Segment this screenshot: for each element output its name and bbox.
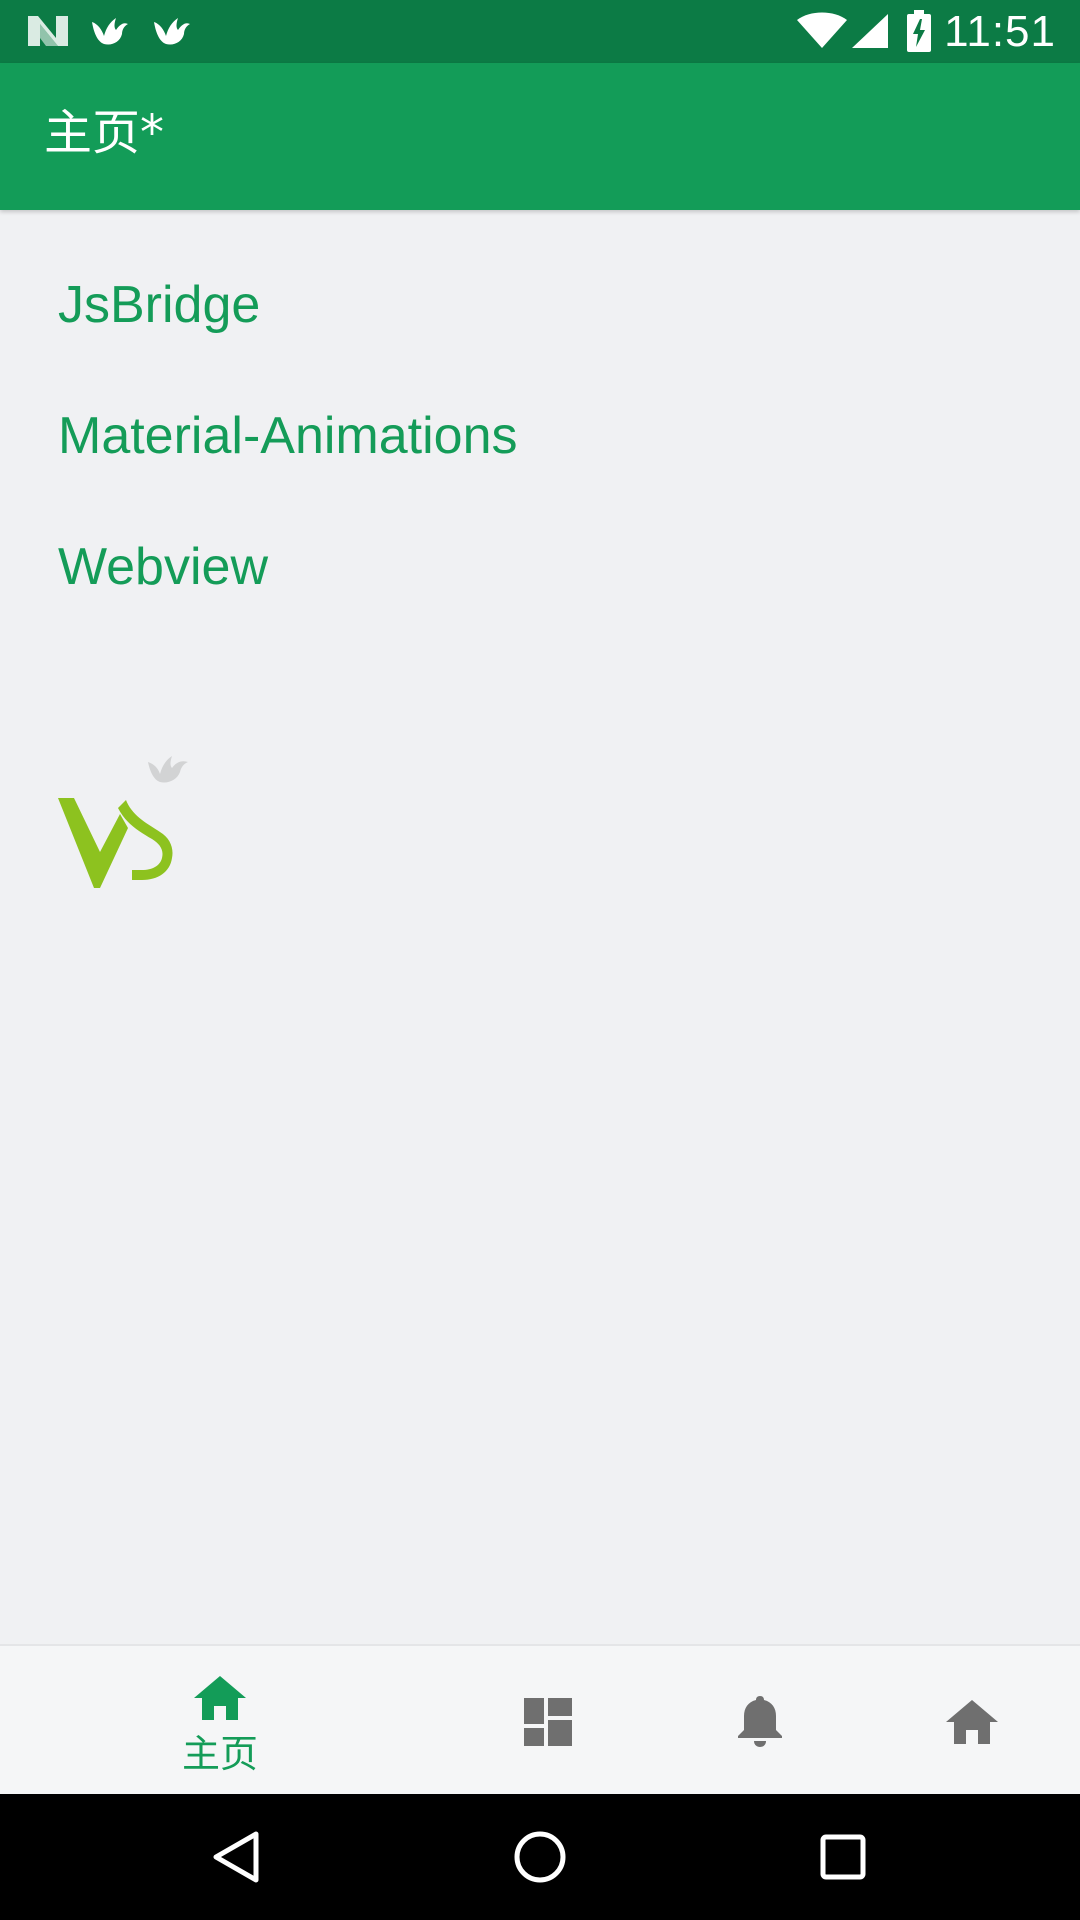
notification-n-icon <box>28 16 68 46</box>
system-navigation-bar <box>0 1794 1080 1920</box>
bird-icon <box>154 18 190 45</box>
signal-icon <box>852 14 888 48</box>
status-clock: 11:51 <box>944 7 1056 56</box>
bell-icon <box>738 1696 782 1747</box>
home-icon <box>194 1676 246 1720</box>
home-icon <box>946 1700 998 1744</box>
dashboard-icon <box>524 1698 572 1746</box>
nav-item-notifications[interactable] <box>720 1646 800 1796</box>
bird-icon <box>92 18 128 45</box>
nav-item-dashboard[interactable] <box>508 1646 588 1796</box>
list-item-jsbridge[interactable]: JsBridge <box>0 240 1080 371</box>
list-item-material-animations[interactable]: Material-Animations <box>0 371 1080 502</box>
nav-item-home[interactable]: 主页 <box>150 1646 290 1796</box>
back-icon[interactable] <box>202 1822 272 1892</box>
vs-bird-logo <box>58 756 188 888</box>
screen: 11:51 主页* JsBridge Material-Animations W… <box>0 0 1080 1920</box>
battery-charging-icon <box>907 10 931 52</box>
page-title: 主页* <box>44 105 165 161</box>
nav-item-home-label: 主页 <box>181 1732 258 1776</box>
wifi-icon <box>797 12 847 48</box>
nav-item-home-secondary[interactable] <box>932 1646 1012 1796</box>
bottom-navigation: 主页 <box>0 1644 1080 1796</box>
recents-icon[interactable] <box>808 1822 878 1892</box>
home-circle-icon[interactable] <box>505 1822 575 1892</box>
app-bar: 主页* <box>0 63 1080 210</box>
list-item-webview[interactable]: Webview <box>0 502 1080 633</box>
demo-list: JsBridge Material-Animations Webview <box>0 240 1080 633</box>
status-bar: 11:51 <box>0 0 1080 63</box>
